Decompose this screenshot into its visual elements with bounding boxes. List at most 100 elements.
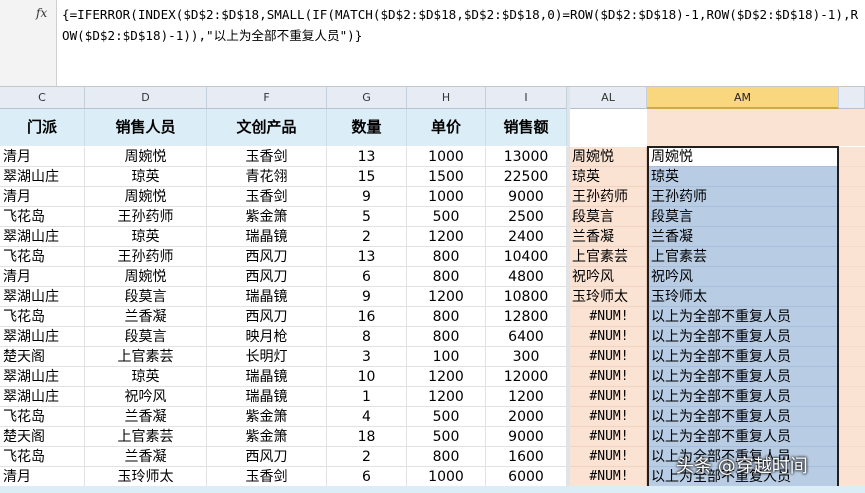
cell-al[interactable]: #NUM! [570,367,647,387]
cell-h[interactable]: 800 [407,447,486,467]
cell-f[interactable]: 瑞晶镜 [207,367,327,387]
cell-i[interactable]: 9000 [486,187,567,207]
cell-filler[interactable] [839,287,865,307]
cell-filler[interactable] [839,167,865,187]
cell-i[interactable]: 10400 [486,247,567,267]
cell-d[interactable]: 周婉悦 [85,267,207,287]
cell-f[interactable]: 瑞晶镜 [207,287,327,307]
cell-c[interactable]: 楚天阁 [0,347,85,367]
cell-c[interactable]: 清月 [0,467,85,487]
header-cell-g[interactable]: 数量 [327,109,407,146]
column-header-al[interactable]: AL [570,87,647,109]
cell-filler[interactable] [839,467,865,487]
cell-c[interactable]: 翠湖山庄 [0,287,85,307]
fx-button[interactable]: fx [0,0,57,86]
cell-filler[interactable] [839,347,865,367]
cell-g[interactable]: 13 [327,147,407,167]
cell-c[interactable]: 飞花岛 [0,407,85,427]
cell-i[interactable]: 1200 [486,387,567,407]
cell-d[interactable]: 上官素芸 [85,427,207,447]
cell-h[interactable]: 500 [407,407,486,427]
cell-c[interactable]: 清月 [0,147,85,167]
cell-g[interactable]: 3 [327,347,407,367]
cell-filler[interactable] [839,267,865,287]
cell-g[interactable]: 9 [327,287,407,307]
cell-am[interactable]: 段莫言 [647,207,839,227]
cell-c[interactable]: 翠湖山庄 [0,327,85,347]
cell-i[interactable]: 2000 [486,407,567,427]
header-cell-i[interactable]: 销售额 [486,109,567,146]
cell-g[interactable]: 18 [327,427,407,447]
cell-h[interactable]: 1000 [407,147,486,167]
cell-f[interactable]: 紫金箫 [207,427,327,447]
cell-i[interactable]: 22500 [486,167,567,187]
cell-i[interactable]: 2500 [486,207,567,227]
cell-i[interactable]: 9000 [486,427,567,447]
cell-f[interactable]: 紫金箫 [207,407,327,427]
column-header-g[interactable]: G [327,87,407,109]
cell-al[interactable]: #NUM! [570,407,647,427]
column-header-h[interactable]: H [407,87,486,109]
cell-g[interactable]: 8 [327,327,407,347]
cell-d[interactable]: 祝吟风 [85,387,207,407]
cell-c[interactable]: 翠湖山庄 [0,227,85,247]
cell-h[interactable]: 800 [407,247,486,267]
cell-h[interactable]: 100 [407,347,486,367]
cell-d[interactable]: 琼英 [85,227,207,247]
cell-filler[interactable] [839,427,865,447]
cell-f[interactable]: 瑞晶镜 [207,227,327,247]
cell-f[interactable]: 西风刀 [207,307,327,327]
cell-f[interactable]: 青花翎 [207,167,327,187]
cell-filler[interactable] [839,247,865,267]
cell-c[interactable]: 飞花岛 [0,447,85,467]
cell-am[interactable]: 以上为全部不重复人员 [647,307,839,327]
cell-i[interactable]: 10800 [486,287,567,307]
cell-i[interactable]: 13000 [486,147,567,167]
cell-f[interactable]: 玉香剑 [207,187,327,207]
cell-d[interactable]: 周婉悦 [85,147,207,167]
cell-filler[interactable] [839,327,865,347]
cell-filler[interactable] [839,187,865,207]
cell-g[interactable]: 15 [327,167,407,187]
cell-am[interactable]: 上官素芸 [647,247,839,267]
cell-g[interactable]: 5 [327,207,407,227]
cell-h[interactable]: 1200 [407,287,486,307]
cell-i[interactable]: 2400 [486,227,567,247]
cell-c[interactable]: 清月 [0,267,85,287]
cell-f[interactable]: 玉香剑 [207,467,327,487]
cell-h[interactable]: 1000 [407,187,486,207]
cell-al[interactable]: #NUM! [570,427,647,447]
cell-d[interactable]: 段莫言 [85,287,207,307]
cell-g[interactable]: 2 [327,227,407,247]
cell-d[interactable]: 琼英 [85,167,207,187]
cell-am[interactable]: 以上为全部不重复人员 [647,387,839,407]
cell-am[interactable]: 祝吟风 [647,267,839,287]
cell-i[interactable]: 300 [486,347,567,367]
cell-filler[interactable] [839,147,865,167]
cell-al[interactable]: 段莫言 [570,207,647,227]
header-cell-f[interactable]: 文创产品 [207,109,327,146]
cell-filler[interactable] [839,447,865,467]
cell-h[interactable]: 800 [407,267,486,287]
cell-filler[interactable] [839,407,865,427]
cell-i[interactable]: 6400 [486,327,567,347]
cell-d[interactable]: 玉玲师太 [85,467,207,487]
cell-c[interactable]: 翠湖山庄 [0,387,85,407]
header-cell-d[interactable]: 销售人员 [85,109,207,146]
cell-g[interactable]: 4 [327,407,407,427]
cell-f[interactable]: 紫金箫 [207,207,327,227]
cell-h[interactable]: 800 [407,307,486,327]
cell-f[interactable]: 映月枪 [207,327,327,347]
cell-d[interactable]: 兰香凝 [85,447,207,467]
cell-g[interactable]: 9 [327,187,407,207]
column-header-f[interactable]: F [207,87,327,109]
column-header-c[interactable]: C [0,87,85,109]
cell-am[interactable]: 以上为全部不重复人员 [647,327,839,347]
cell-d[interactable]: 兰香凝 [85,307,207,327]
cell-h[interactable]: 1200 [407,367,486,387]
cell-al[interactable]: 兰香凝 [570,227,647,247]
cell-g[interactable]: 1 [327,387,407,407]
cell-d[interactable]: 王孙药师 [85,207,207,227]
cell-d[interactable]: 王孙药师 [85,247,207,267]
cell-f[interactable]: 西风刀 [207,447,327,467]
